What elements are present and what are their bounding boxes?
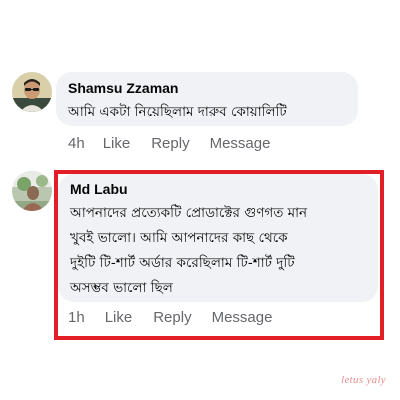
comment-actions: 4h Like Reply Message [68,135,270,152]
comment-text-line: আপনাদের প্রত্যেকটি প্রোডাক্টের গুণগত মান [70,205,308,221]
avatar[interactable] [12,171,52,211]
comment-actions: 1h Like Reply Message [68,309,272,326]
comment-text-line: অসম্ভব ভালো ছিল [70,280,173,296]
message-button[interactable]: Message [212,309,273,326]
avatar[interactable] [12,72,52,112]
profile-photo-icon [12,171,52,211]
reply-button[interactable]: Reply [151,135,189,152]
message-button[interactable]: Message [210,135,271,152]
comment-author[interactable]: Md Labu [70,181,366,197]
comment-text-line: দুইটি টি-শার্ট অর্ডার করেছিলাম টি-শার্ট … [70,255,295,271]
comment-timestamp[interactable]: 1h [68,309,85,326]
comment-timestamp[interactable]: 4h [68,135,85,152]
reply-button[interactable]: Reply [153,309,191,326]
watermark: letus yaly [341,374,386,386]
comment-bubble: Shamsu Zzaman আমি একটা নিয়েছিলাম দারুব … [56,72,358,126]
like-button[interactable]: Like [103,135,131,152]
like-button[interactable]: Like [105,309,133,326]
profile-photo-icon [12,72,52,112]
comment-bubble: Md Labu আপনাদের প্রত্যেকটি প্রোডাক্টের গ… [58,174,378,302]
comment-author[interactable]: Shamsu Zzaman [68,80,346,96]
comment-text: আমি একটা নিয়েছিলাম দারুব কোয়ালিটি [68,104,287,120]
comment-text-line: খুবই ভালো। আমি আপনাদের কাছ থেকে [70,230,288,246]
